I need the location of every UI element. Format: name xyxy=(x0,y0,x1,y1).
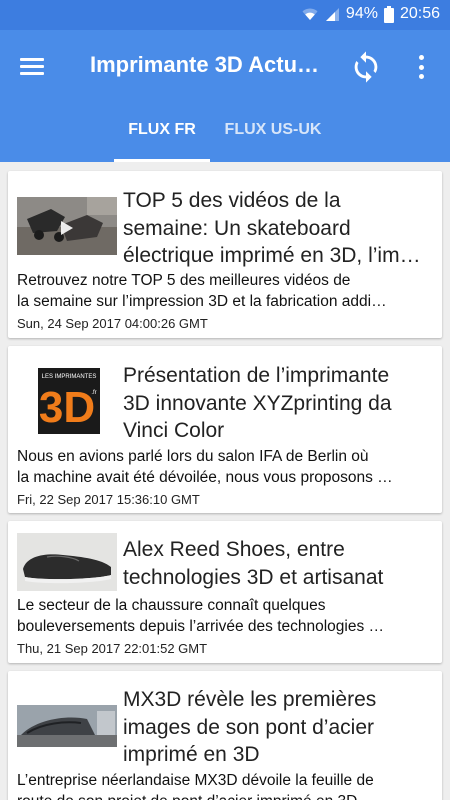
article-description: L’entreprise néerlandaise MX3D dévoile l… xyxy=(17,772,374,800)
tab-bar: FLUX FR FLUX US-UK xyxy=(0,118,450,162)
article-description: Nous en avions parlé lors du salon IFA d… xyxy=(17,448,393,486)
article-title: TOP 5 des vidéos de la semaine: Un skate… xyxy=(123,189,421,267)
les-imprimantes-3d-logo: LES IMPRIMANTES 3D .fr xyxy=(20,368,116,434)
article-title: Présentation de l’imprimante 3D innovant… xyxy=(123,364,392,442)
status-bar: 94% 20:56 xyxy=(0,0,450,30)
svg-text:3D: 3D xyxy=(39,383,95,432)
clock: 20:56 xyxy=(399,5,440,22)
shoe-photo-thumbnail xyxy=(17,533,117,591)
status-icons: 94% 20:56 xyxy=(302,5,440,23)
article-date: Thu, 21 Sep 2017 22:01:52 GMT xyxy=(17,641,208,656)
wifi-icon xyxy=(302,7,318,21)
steel-bridge-thumbnail xyxy=(17,705,117,747)
refresh-icon[interactable] xyxy=(349,50,383,84)
article-description: Retrouvez notre TOP 5 des meilleures vid… xyxy=(17,272,387,310)
article-date: Sun, 24 Sep 2017 04:00:26 GMT xyxy=(17,316,208,331)
page-title: Imprimante 3D Actualités xyxy=(90,52,322,77)
battery-percent: 94% xyxy=(345,5,378,22)
app-bar: Imprimante 3D Actualités FLUX FR FLUX US… xyxy=(0,30,450,162)
svg-text:LES IMPRIMANTES: LES IMPRIMANTES xyxy=(42,374,97,380)
article-date: Fri, 22 Sep 2017 15:36:10 GMT xyxy=(17,492,200,507)
hamburger-menu-icon[interactable] xyxy=(20,54,50,80)
signal-icon xyxy=(324,7,340,22)
article-card[interactable]: Alex Reed Shoes, entre technologies 3D e… xyxy=(8,521,442,663)
article-card[interactable]: LES IMPRIMANTES 3D .fr Présentation de l… xyxy=(8,346,442,513)
article-title: Alex Reed Shoes, entre technologies 3D e… xyxy=(123,538,384,589)
article-card[interactable]: TOP 5 des vidéos de la semaine: Un skate… xyxy=(8,171,442,338)
article-description: Le secteur de la chaussure connaît quelq… xyxy=(17,597,385,635)
tab-flux-us-uk[interactable]: FLUX US-UK xyxy=(214,118,332,162)
battery-icon xyxy=(383,5,394,23)
skateboard-video-thumbnail xyxy=(17,197,117,255)
more-vert-icon[interactable] xyxy=(414,52,428,82)
article-list[interactable]: TOP 5 des vidéos de la semaine: Un skate… xyxy=(0,162,450,800)
article-title: MX3D révèle les premières images de son … xyxy=(123,688,377,766)
tab-flux-fr[interactable]: FLUX FR xyxy=(114,118,210,162)
svg-text:.fr: .fr xyxy=(91,390,96,396)
article-card[interactable]: MX3D révèle les premières images de son … xyxy=(8,671,442,800)
